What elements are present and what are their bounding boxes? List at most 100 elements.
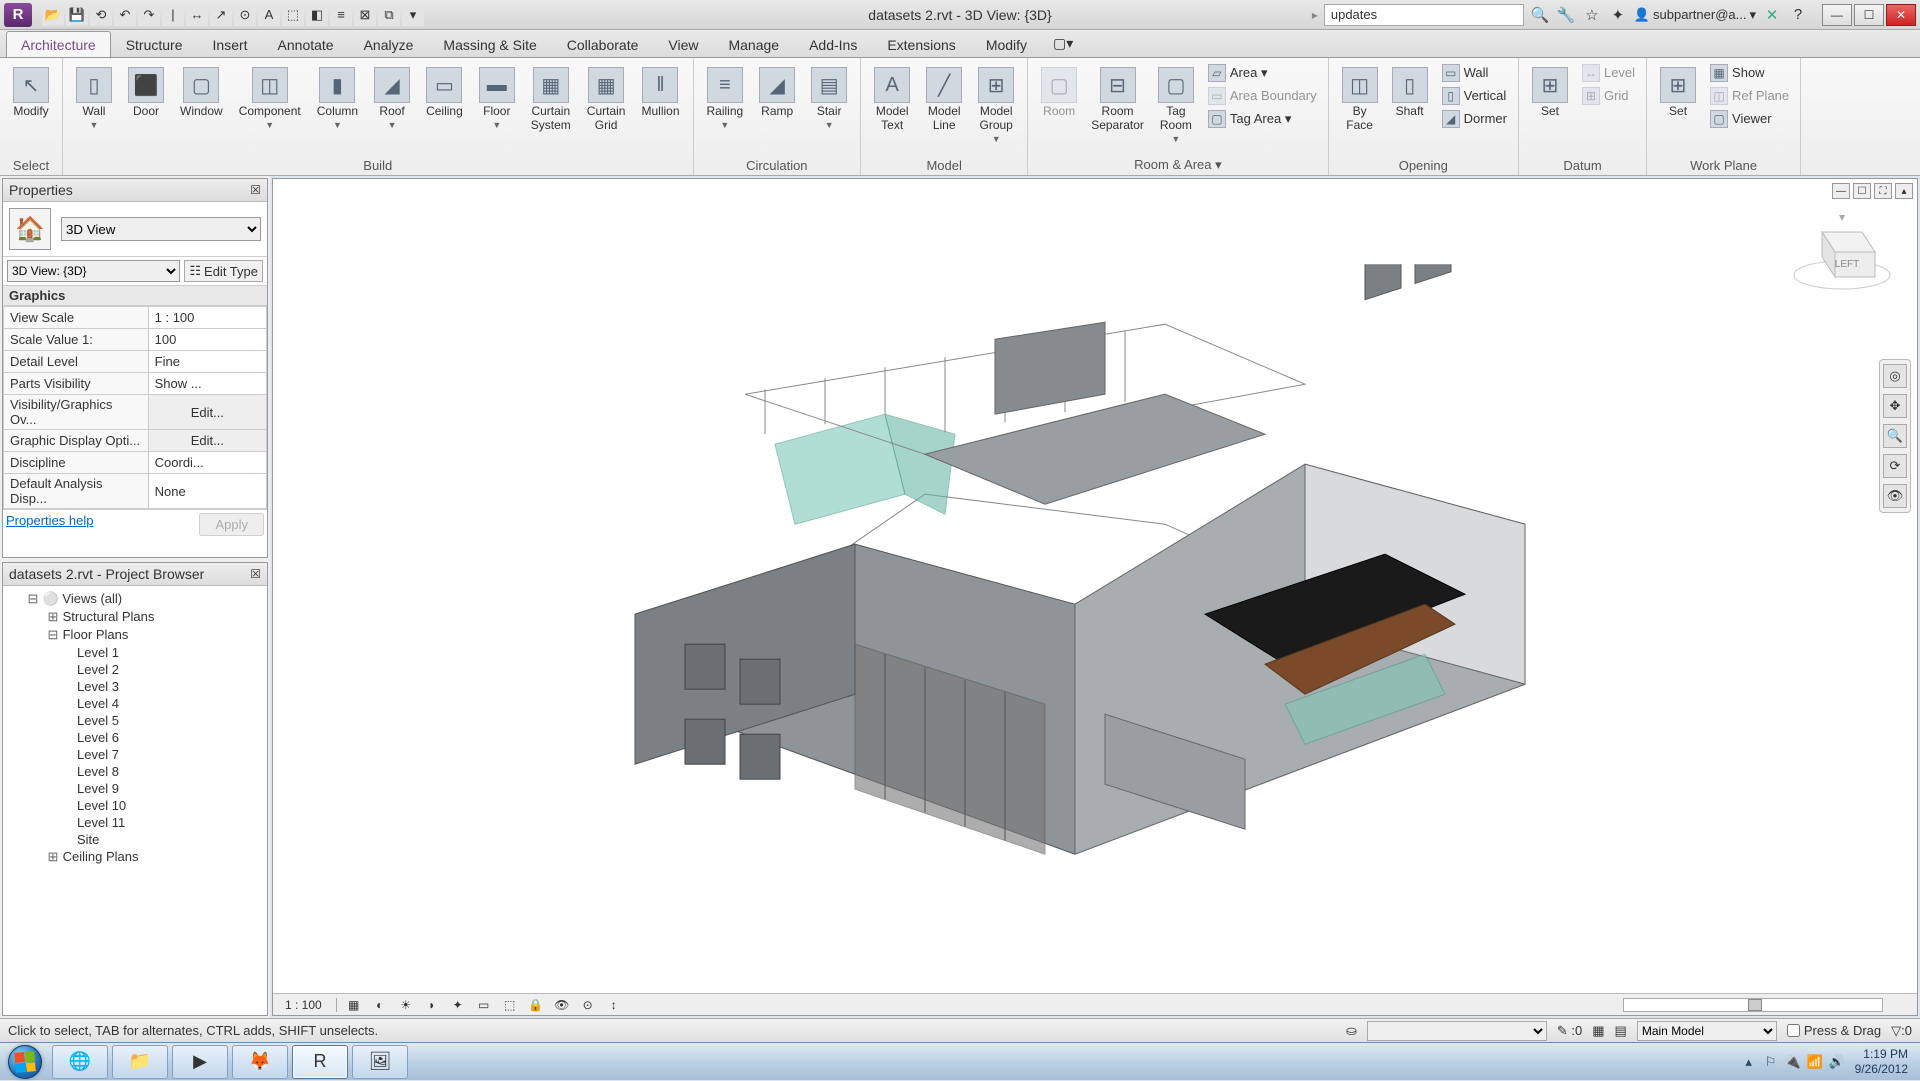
viewer-button[interactable]: ▢Viewer — [1705, 108, 1794, 130]
tree-item[interactable]: Level 4 — [7, 695, 263, 712]
tree-item[interactable]: Level 10 — [7, 797, 263, 814]
ceiling-button[interactable]: ▭Ceiling — [419, 62, 470, 156]
qat-thin-icon[interactable]: ≡ — [330, 4, 352, 26]
tree-item[interactable]: Level 5 — [7, 712, 263, 729]
by-face-button[interactable]: ◫ByFace — [1335, 62, 1385, 156]
tab-extensions[interactable]: Extensions — [872, 31, 970, 57]
prop-row[interactable]: Scale Value 1:100 — [4, 329, 267, 351]
vertical-button[interactable]: ▯Vertical — [1437, 85, 1512, 107]
task-firefox[interactable]: 🦊 — [232, 1045, 288, 1079]
task-media[interactable]: ▶ — [172, 1045, 228, 1079]
design-opt2-icon[interactable]: ▤ — [1615, 1023, 1627, 1039]
filter-icon[interactable]: ▽:0 — [1891, 1023, 1912, 1039]
edit-type-button[interactable]: ☷ Edit Type — [184, 260, 263, 282]
search-icon[interactable]: 🔍 — [1530, 5, 1550, 25]
close-button[interactable]: ✕ — [1886, 4, 1916, 26]
tray-volume-icon[interactable]: 🔊 — [1827, 1052, 1847, 1072]
signin-button[interactable]: 👤subpartner@a...▾ — [1634, 7, 1756, 23]
tree-group[interactable]: ⊞ Ceiling Plans — [7, 848, 263, 866]
viewcube[interactable]: LEFT — [1787, 207, 1897, 297]
constraint-icon[interactable]: ↕ — [605, 997, 623, 1013]
qat-redo-icon[interactable]: ↷ — [138, 4, 160, 26]
nav-pan-icon[interactable]: ✥ — [1883, 394, 1907, 418]
apply-button[interactable]: Apply — [199, 513, 264, 536]
tray-power-icon[interactable]: 🔌 — [1783, 1052, 1803, 1072]
prop-row[interactable]: Default Analysis Disp...None — [4, 474, 267, 509]
shaft-button[interactable]: ▯Shaft — [1385, 62, 1435, 156]
level-button[interactable]: ↔Level — [1577, 62, 1640, 84]
view-scale[interactable]: 1 : 100 — [279, 998, 328, 1012]
tray-network-icon[interactable]: 📶 — [1805, 1052, 1825, 1072]
mullion-button[interactable]: ‖Mullion — [634, 62, 686, 156]
room-button[interactable]: ▢Room — [1034, 62, 1084, 155]
tree-root[interactable]: ⊟ ⚪ Views (all) — [7, 590, 263, 608]
model-line-button[interactable]: ╱ModelLine — [919, 62, 969, 156]
star2-icon[interactable]: ✦ — [1608, 5, 1628, 25]
component-button[interactable]: ◫Component▼ — [232, 62, 308, 156]
panel-close-icon[interactable]: ☒ — [250, 567, 261, 581]
door-button[interactable]: ⬛Door — [121, 62, 171, 156]
railing-button[interactable]: ≡Railing▼ — [700, 62, 751, 156]
crop-icon[interactable]: ▭ — [475, 997, 493, 1013]
sun-icon[interactable]: ☀ — [397, 997, 415, 1013]
view-minimize-icon[interactable]: — — [1832, 183, 1850, 199]
editable-icon[interactable]: ✎ :0 — [1557, 1023, 1582, 1039]
minimize-button[interactable]: — — [1822, 4, 1852, 26]
tab-massing[interactable]: Massing & Site — [428, 31, 551, 57]
qat-switch-icon[interactable]: ⧉ — [378, 4, 400, 26]
exchange-icon[interactable]: ✕ — [1762, 5, 1782, 25]
floor-button[interactable]: ▬Floor▼ — [472, 62, 522, 156]
lock-icon[interactable]: 🔒 — [527, 997, 545, 1013]
model-group-button[interactable]: ⊞ModelGroup▼ — [971, 62, 1021, 156]
tree-item[interactable]: Level 1 — [7, 644, 263, 661]
qat-dropdown-icon[interactable]: ▾ — [402, 4, 424, 26]
key-icon[interactable]: 🔧 — [1556, 5, 1576, 25]
dormer-button[interactable]: ◢Dormer — [1437, 108, 1512, 130]
properties-help-link[interactable]: Properties help — [6, 513, 93, 536]
area--button[interactable]: ▱Area ▾ — [1203, 62, 1322, 84]
tab-structure[interactable]: Structure — [111, 31, 198, 57]
type-selector[interactable]: 3D View — [61, 217, 261, 241]
tab-addins[interactable]: Add-Ins — [794, 31, 872, 57]
wall-button[interactable]: ▭Wall — [1437, 62, 1512, 84]
tree-item[interactable]: Level 11 — [7, 814, 263, 831]
tag-room-button[interactable]: ▢TagRoom▼ — [1151, 62, 1201, 155]
maximize-button[interactable]: ☐ — [1854, 4, 1884, 26]
nav-zoom-icon[interactable]: 🔍 — [1883, 424, 1907, 448]
set-button[interactable]: ⊞Set — [1525, 62, 1575, 156]
help-icon[interactable]: ? — [1788, 5, 1808, 25]
app-menu-icon[interactable]: R — [4, 3, 32, 27]
browser-header[interactable]: datasets 2.rvt - Project Browser ☒ — [3, 563, 267, 586]
detail-icon[interactable]: ▦ — [345, 997, 363, 1013]
search-input[interactable]: updates — [1324, 4, 1524, 26]
workset-selector[interactable] — [1367, 1021, 1547, 1041]
qat-save-icon[interactable]: 💾 — [66, 4, 88, 26]
tree-item[interactable]: Level 8 — [7, 763, 263, 780]
qat-undo-icon[interactable]: ↶ — [114, 4, 136, 26]
crop2-icon[interactable]: ⬚ — [501, 997, 519, 1013]
tree-group[interactable]: ⊞ Structural Plans — [7, 608, 263, 626]
tree-item[interactable]: Level 3 — [7, 678, 263, 695]
tab-collaborate[interactable]: Collaborate — [552, 31, 654, 57]
nav-orbit-icon[interactable]: ⟳ — [1883, 454, 1907, 478]
tree-group[interactable]: ⊟ Floor Plans — [7, 626, 263, 644]
grid-button[interactable]: ⊞Grid — [1577, 85, 1640, 107]
view-arrow-icon[interactable]: ▴ — [1895, 183, 1913, 199]
room-separator-button[interactable]: ⊟RoomSeparator — [1084, 62, 1151, 155]
tab-analyze[interactable]: Analyze — [349, 31, 429, 57]
visual-style-icon[interactable]: ◐ — [371, 997, 389, 1013]
qat-tag-icon[interactable]: ⊙ — [234, 4, 256, 26]
tab-manage[interactable]: Manage — [713, 31, 794, 57]
ref-plane-button[interactable]: ◫Ref Plane — [1705, 85, 1794, 107]
render-icon[interactable]: ✦ — [449, 997, 467, 1013]
start-button[interactable] — [0, 1043, 50, 1081]
panel-close-icon[interactable]: ☒ — [250, 183, 261, 197]
curtain-grid-button[interactable]: ▦CurtainGrid — [580, 62, 633, 156]
instance-selector[interactable]: 3D View: {3D} — [7, 260, 180, 282]
tab-context-icon[interactable]: ▢▾ — [1042, 29, 1084, 57]
properties-header[interactable]: Properties ☒ — [3, 179, 267, 202]
curtain-system-button[interactable]: ▦CurtainSystem — [524, 62, 578, 156]
tree-item[interactable]: Level 2 — [7, 661, 263, 678]
qat-sync-icon[interactable]: ⟲ — [90, 4, 112, 26]
task-photos[interactable]: 🖼 — [352, 1045, 408, 1079]
